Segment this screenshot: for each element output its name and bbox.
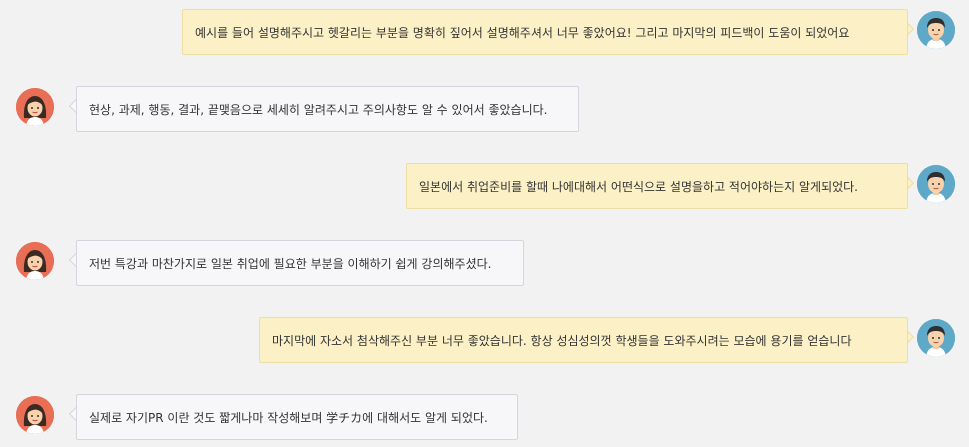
message-bubble: 현상, 과제, 행동, 결과, 끝맺음으로 세세히 알려주시고 주의사항도 알 …	[76, 86, 579, 132]
message-text: 현상, 과제, 행동, 결과, 끝맺음으로 세세히 알려주시고 주의사항도 알 …	[89, 103, 548, 117]
female-avatar-icon	[16, 396, 54, 434]
message-row: 일본에서 취업준비를 할때 나에대해서 어떤식으로 설명을하고 적어야하는지 알…	[0, 163, 969, 211]
message-bubble: 실제로 자기PR 이란 것도 짧게나마 작성해보며 学チカ에 대해서도 알게 되…	[76, 394, 518, 440]
chat-thread: 예시를 들어 설명해주시고 헷갈리는 부분을 명확히 짚어서 설명해주셔서 너무…	[0, 0, 969, 447]
message-row: 현상, 과제, 행동, 결과, 끝맺음으로 세세히 알려주시고 주의사항도 알 …	[0, 86, 969, 134]
message-bubble: 예시를 들어 설명해주시고 헷갈리는 부분을 명확히 짚어서 설명해주셔서 너무…	[182, 9, 908, 55]
message-bubble: 마지막에 자소서 첨삭해주신 부분 너무 좋았습니다. 항상 성심성의껏 학생들…	[259, 317, 908, 363]
male-avatar-icon	[917, 165, 955, 203]
message-text: 저번 특강과 마찬가지로 일본 취업에 필요한 부분을 이해하기 쉽게 강의해주…	[89, 257, 492, 271]
message-row: 저번 특강과 마찬가지로 일본 취업에 필요한 부분을 이해하기 쉽게 강의해주…	[0, 240, 969, 288]
message-text: 마지막에 자소서 첨삭해주신 부분 너무 좋았습니다. 항상 성심성의껏 학생들…	[272, 334, 852, 348]
message-row: 실제로 자기PR 이란 것도 짧게나마 작성해보며 学チカ에 대해서도 알게 되…	[0, 394, 969, 442]
message-text: 일본에서 취업준비를 할때 나에대해서 어떤식으로 설명을하고 적어야하는지 알…	[419, 180, 858, 194]
message-text: 예시를 들어 설명해주시고 헷갈리는 부분을 명확히 짚어서 설명해주셔서 너무…	[195, 26, 850, 40]
message-bubble: 저번 특강과 마찬가지로 일본 취업에 필요한 부분을 이해하기 쉽게 강의해주…	[76, 240, 524, 286]
male-avatar-icon	[917, 319, 955, 357]
message-bubble: 일본에서 취업준비를 할때 나에대해서 어떤식으로 설명을하고 적어야하는지 알…	[406, 163, 908, 209]
male-avatar-icon	[917, 11, 955, 49]
female-avatar-icon	[16, 88, 54, 126]
message-row: 마지막에 자소서 첨삭해주신 부분 너무 좋았습니다. 항상 성심성의껏 학생들…	[0, 317, 969, 365]
message-text: 실제로 자기PR 이란 것도 짧게나마 작성해보며 学チカ에 대해서도 알게 되…	[89, 411, 488, 425]
message-row: 예시를 들어 설명해주시고 헷갈리는 부분을 명확히 짚어서 설명해주셔서 너무…	[0, 9, 969, 57]
female-avatar-icon	[16, 242, 54, 280]
